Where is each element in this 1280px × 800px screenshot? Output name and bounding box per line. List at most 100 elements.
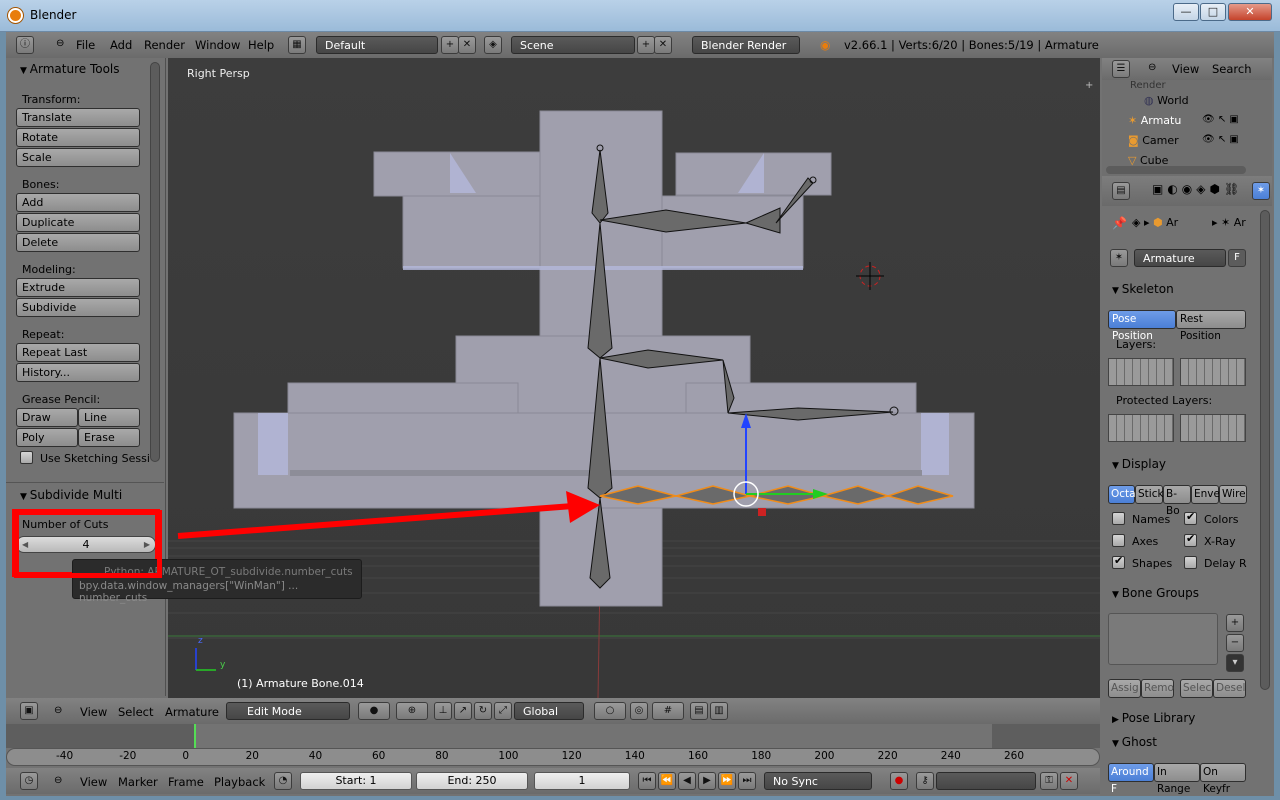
add-layout-icon[interactable]: + xyxy=(441,36,459,54)
menu-timeline-view[interactable]: View xyxy=(80,775,107,789)
outliner-menu-view[interactable]: View xyxy=(1172,62,1199,76)
render-icon[interactable]: ▤ xyxy=(690,702,708,720)
add-region-icon[interactable]: + xyxy=(1085,80,1093,91)
xray-checkbox[interactable] xyxy=(1184,532,1197,547)
insert-keyframe-icon[interactable]: ⚿ xyxy=(1040,772,1058,790)
bone-groups-list[interactable] xyxy=(1108,613,1218,665)
delete-button[interactable]: Delete xyxy=(16,233,140,252)
context-tabs-icons[interactable]: ▣◐◉◈⬢⛓ xyxy=(1152,182,1243,196)
display-envelope-button[interactable]: Enve xyxy=(1191,485,1220,504)
pivot-point-icon[interactable]: ⊕ xyxy=(396,702,428,720)
menu-file[interactable]: File xyxy=(76,38,95,52)
extrude-button[interactable]: Extrude xyxy=(16,278,140,297)
layout-field[interactable]: Default xyxy=(316,36,438,54)
render-anim-icon[interactable]: ▥ xyxy=(710,702,728,720)
snap-icon[interactable]: ◎ xyxy=(630,702,648,720)
prev-keyframe-icon[interactable]: ⏪ xyxy=(658,772,676,790)
outliner-item-render[interactable]: Render xyxy=(1130,80,1166,91)
visibility-eye-icon[interactable]: 👁 ↖ ▣ xyxy=(1202,114,1239,125)
rotate-manipulator-icon[interactable]: ↻ xyxy=(474,702,492,720)
ghost-on-keyframes-button[interactable]: On Keyfr xyxy=(1200,763,1246,795)
scene-icon[interactable]: ◈ xyxy=(484,36,502,54)
translate-button[interactable]: Translate xyxy=(16,108,140,127)
menu-view[interactable]: View xyxy=(80,705,107,719)
shelf-scrollbar[interactable] xyxy=(150,62,160,462)
ghost-panel-title[interactable]: ▼ Ghost xyxy=(1112,735,1157,749)
outliner-item-camera[interactable]: ◙ Camer xyxy=(1128,134,1179,147)
sketching-checkbox[interactable] xyxy=(20,451,33,464)
layout-icon[interactable]: ▦ xyxy=(288,36,306,54)
collapse-outliner-icon[interactable]: ⊖ xyxy=(1148,62,1156,73)
menu-select[interactable]: Select xyxy=(118,705,153,719)
draw-button[interactable]: Draw xyxy=(16,408,78,427)
record-icon[interactable]: ● xyxy=(890,772,908,790)
translate-manipulator-icon[interactable]: ↗ xyxy=(454,702,472,720)
display-wire-button[interactable]: Wire xyxy=(1219,485,1247,504)
armature-tools-title[interactable]: ▼ Armature Tools xyxy=(20,62,120,76)
pin-icon[interactable]: 📌 xyxy=(1112,216,1127,230)
shapes-checkbox[interactable] xyxy=(1112,554,1125,569)
armature-data-tab-icon[interactable]: ✶ xyxy=(1252,182,1270,200)
editor-type-properties-icon[interactable]: ▤ xyxy=(1112,182,1130,200)
current-frame-field[interactable]: 1 xyxy=(534,772,630,790)
remove-scene-icon[interactable]: ✕ xyxy=(654,36,672,54)
duplicate-button[interactable]: Duplicate xyxy=(16,213,140,232)
axes-checkbox[interactable] xyxy=(1112,534,1125,547)
keying-set-field[interactable] xyxy=(936,772,1036,790)
scale-manipulator-icon[interactable]: ⤢ xyxy=(494,702,512,720)
menu-marker[interactable]: Marker xyxy=(118,775,158,789)
names-checkbox[interactable] xyxy=(1112,512,1125,525)
end-frame-field[interactable]: End: 250 xyxy=(416,772,528,790)
jump-start-icon[interactable]: ⏮ xyxy=(638,772,656,790)
delete-keyframe-icon[interactable]: ✕ xyxy=(1060,772,1078,790)
mode-select[interactable]: Edit Mode xyxy=(226,702,350,720)
rotate-button[interactable]: Rotate xyxy=(16,128,140,147)
close-window-button[interactable]: ✕ xyxy=(1228,3,1272,21)
display-bbone-button[interactable]: B-Bo xyxy=(1163,485,1191,517)
outliner-scrollbar[interactable] xyxy=(1106,166,1246,174)
properties-scrollbar[interactable] xyxy=(1260,210,1270,690)
subdivide-multi-title[interactable]: ▼ Subdivide Multi xyxy=(20,488,122,502)
play-reverse-icon[interactable]: ◀ xyxy=(678,772,696,790)
erase-button[interactable]: Erase xyxy=(78,428,140,447)
subdivide-button[interactable]: Subdivide xyxy=(16,298,140,317)
bone-group-menu-icon[interactable]: ▾ xyxy=(1226,654,1244,672)
next-keyframe-icon[interactable]: ⏩ xyxy=(718,772,736,790)
remove-bone-group-icon[interactable]: − xyxy=(1226,634,1244,652)
repeat-last-button[interactable]: Repeat Last xyxy=(16,343,140,362)
scene-field[interactable]: Scene xyxy=(511,36,635,54)
scale-button[interactable]: Scale xyxy=(16,148,140,167)
protected-layers-grid-left[interactable] xyxy=(1108,414,1174,442)
assign-button[interactable]: Assig xyxy=(1108,679,1141,698)
menu-armature[interactable]: Armature xyxy=(165,705,219,719)
proportional-edit-icon[interactable]: ○ xyxy=(594,702,626,720)
display-octahedral-button[interactable]: Octa xyxy=(1108,485,1136,504)
outliner-menu-search[interactable]: Search xyxy=(1212,62,1252,76)
ghost-in-range-button[interactable]: In Range xyxy=(1154,763,1200,795)
jump-end-icon[interactable]: ⏭ xyxy=(738,772,756,790)
viewport-shading-icon[interactable]: ● xyxy=(358,702,390,720)
outliner-item-world[interactable]: ◍ World xyxy=(1144,94,1189,107)
play-icon[interactable]: ▶ xyxy=(698,772,716,790)
editor-type-info-icon[interactable]: ⓘ xyxy=(16,36,34,54)
preview-range-icon[interactable]: ◔ xyxy=(274,772,292,790)
remove-layout-icon[interactable]: ✕ xyxy=(458,36,476,54)
colors-checkbox[interactable] xyxy=(1184,510,1197,525)
add-bone-button[interactable]: Add xyxy=(16,193,140,212)
manipulator-toggle-icon[interactable]: ⊥ xyxy=(434,702,452,720)
editor-type-outliner-icon[interactable]: ☰ xyxy=(1112,60,1130,78)
render-engine-select[interactable]: Blender Render xyxy=(692,36,800,54)
deselect-button[interactable]: Desel xyxy=(1213,679,1246,698)
ghost-around-frame-button[interactable]: Around F xyxy=(1108,763,1154,795)
menu-help[interactable]: Help xyxy=(248,38,274,52)
protected-layers-grid-right[interactable] xyxy=(1180,414,1246,442)
current-frame-marker[interactable] xyxy=(194,724,196,748)
snap-element-icon[interactable]: # xyxy=(652,702,684,720)
remove-button[interactable]: Remo xyxy=(1141,679,1174,698)
pose-library-panel-title[interactable]: ▶ Pose Library xyxy=(1112,711,1195,725)
sync-select[interactable]: No Sync xyxy=(764,772,872,790)
pose-position-button[interactable]: Pose Position xyxy=(1108,310,1176,342)
outliner-item-armature[interactable]: ✶ Armatu xyxy=(1128,114,1181,127)
delay-refresh-checkbox[interactable] xyxy=(1184,556,1197,569)
menu-render[interactable]: Render xyxy=(144,38,185,52)
